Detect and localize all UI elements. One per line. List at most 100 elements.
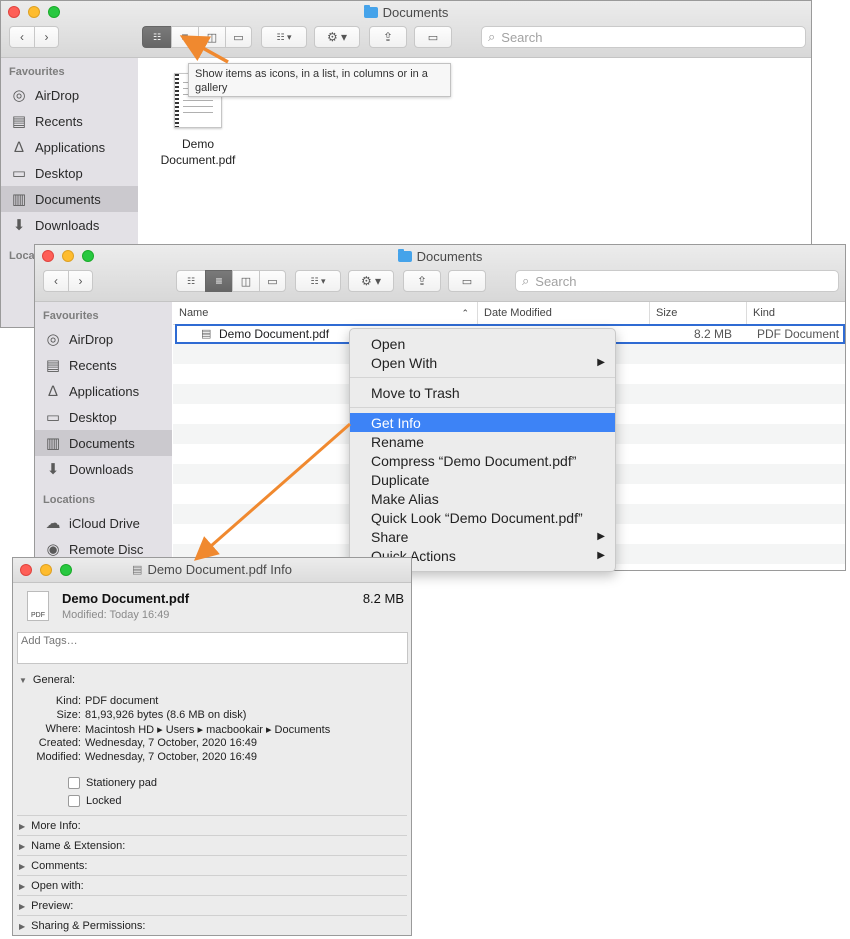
column-view-button[interactable]: ◫	[232, 270, 259, 292]
menu-separator	[350, 407, 615, 408]
list-icon: ≡	[181, 30, 189, 44]
sidebar-item-icloud-drive[interactable]: ☁ iCloud Drive	[35, 510, 172, 536]
tag-icon: ▭	[427, 31, 439, 44]
row-kind: PDF Document	[757, 327, 840, 341]
group-by-control: ☷ ▾	[261, 26, 307, 48]
tag-button[interactable]: ▭	[414, 26, 452, 48]
section-sharing-permissions[interactable]: ▶ Sharing & Permissions:	[19, 920, 145, 932]
modified-label: Modified:	[36, 751, 81, 763]
disclosure-closed-icon: ▶	[19, 861, 26, 871]
desktop-icon: ▭	[11, 165, 27, 182]
icon-view-button[interactable]: ☷	[142, 26, 171, 48]
sidebar-item-downloads[interactable]: ⬇ Downloads	[1, 212, 138, 238]
forward-button[interactable]: ›	[34, 26, 59, 48]
search-input[interactable]	[533, 272, 822, 290]
share-icon: ⇪	[382, 30, 394, 44]
sidebar-item-recents[interactable]: ▤ Recents	[35, 352, 172, 378]
section-open-with[interactable]: ▶ Open with:	[19, 880, 84, 892]
icon-view-button[interactable]: ☷	[176, 270, 205, 292]
menu-item-duplicate[interactable]: Duplicate	[350, 470, 615, 489]
back-button[interactable]: ‹	[43, 270, 68, 292]
action-button[interactable]: ⚙ ▾	[314, 26, 360, 48]
folder-icon	[397, 249, 412, 262]
section-general[interactable]: ▼ General:	[19, 674, 75, 686]
menu-item-make-alias[interactable]: Make Alias	[350, 489, 615, 508]
separator	[17, 835, 407, 836]
tag-icon: ▭	[461, 275, 473, 288]
chevron-left-icon: ‹	[54, 274, 58, 288]
gallery-view-button[interactable]: ▭	[259, 270, 286, 292]
size-value: 81,93,926 bytes (8.6 MB on disk)	[85, 709, 247, 721]
where-label: Where:	[45, 723, 81, 735]
share-button[interactable]: ⇪	[403, 270, 441, 292]
file-label[interactable]: Demo Document.pdf	[148, 136, 248, 168]
sort-chevron-icon: ⌃	[461, 307, 469, 318]
info-file-name: Demo Document.pdf	[62, 591, 190, 606]
disclosure-closed-icon: ▶	[19, 821, 26, 831]
menu-item-get-info[interactable]: Get Info	[350, 413, 615, 432]
tag-button[interactable]: ▭	[448, 270, 486, 292]
tag-control: ▭	[448, 270, 486, 292]
download-icon: ⬇	[46, 461, 60, 478]
menu-item-rename[interactable]: Rename	[350, 432, 615, 451]
sidebar-section-favourites: Favourites	[9, 66, 65, 78]
sidebar-item-desktop[interactable]: ▭ Desktop	[35, 404, 172, 430]
search-field[interactable]: ⌕	[515, 270, 839, 292]
applications-icon: ∆	[14, 138, 24, 156]
forward-button[interactable]: ›	[68, 270, 93, 292]
tags-input[interactable]	[17, 632, 408, 664]
column-header-name[interactable]: Name ⌃	[173, 302, 478, 324]
menu-item-compress[interactable]: Compress “Demo Document.pdf”	[350, 451, 615, 470]
sidebar-section-favourites: Favourites	[43, 310, 99, 322]
locked-checkbox[interactable]: Locked	[68, 795, 121, 807]
menu-item-open[interactable]: Open	[350, 334, 615, 353]
view-mode-group: ☷ ≡ ◫ ▭	[176, 270, 286, 292]
group-by-button[interactable]: ☷ ▾	[261, 26, 307, 48]
sidebar-item-airdrop[interactable]: ◎ AirDrop	[1, 82, 138, 108]
cloud-icon: ☁	[45, 515, 61, 532]
group-by-button[interactable]: ☷ ▾	[295, 270, 341, 292]
menu-item-open-with[interactable]: Open With ▶	[350, 353, 615, 372]
column-header-kind[interactable]: Kind	[747, 302, 845, 324]
row-name: Demo Document.pdf	[219, 327, 330, 341]
section-comments[interactable]: ▶ Comments:	[19, 860, 87, 872]
sidebar-item-desktop[interactable]: ▭ Desktop	[1, 160, 138, 186]
disclosure-open-icon: ▼	[19, 675, 27, 685]
gallery-view-button[interactable]: ▭	[225, 26, 252, 48]
info-modified: Modified: Today 16:49	[62, 609, 170, 621]
sidebar-section-locations: Locations	[43, 494, 95, 506]
column-header-size[interactable]: Size	[650, 302, 747, 324]
menu-item-move-to-trash[interactable]: Move to Trash	[350, 383, 615, 402]
search-icon: ⌕	[522, 273, 530, 288]
sidebar-item-applications[interactable]: ∆ Applications	[1, 134, 138, 160]
view-mode-group: ☷ ≡ ◫ ▭	[142, 26, 252, 48]
sidebar-item-downloads[interactable]: ⬇ Downloads	[35, 456, 172, 482]
folder-icon	[363, 5, 378, 18]
sidebar-item-documents[interactable]: ▥ Documents	[1, 186, 138, 212]
share-button[interactable]: ⇪	[369, 26, 407, 48]
recents-icon: ▤	[11, 113, 27, 130]
menu-item-quick-look[interactable]: Quick Look “Demo Document.pdf”	[350, 508, 615, 527]
column-view-button[interactable]: ◫	[198, 26, 225, 48]
sidebar-item-airdrop[interactable]: ◎ AirDrop	[35, 326, 172, 352]
section-name-extension[interactable]: ▶ Name & Extension:	[19, 840, 125, 852]
back-button[interactable]: ‹	[9, 26, 34, 48]
pdf-file-icon: ▤	[201, 328, 212, 340]
search-field[interactable]: ⌕	[481, 26, 806, 48]
action-button[interactable]: ⚙ ▾	[348, 270, 394, 292]
kind-label: Kind:	[55, 695, 81, 707]
search-input[interactable]	[499, 28, 789, 46]
section-preview[interactable]: ▶ Preview:	[19, 900, 73, 912]
disclosure-closed-icon: ▶	[19, 921, 26, 931]
list-view-button[interactable]: ≡	[171, 26, 198, 48]
sidebar-item-applications[interactable]: ∆ Applications	[35, 378, 172, 404]
checkbox-icon	[68, 795, 80, 807]
section-more-info[interactable]: ▶ More Info:	[19, 820, 81, 832]
separator	[17, 915, 407, 916]
sidebar-item-recents[interactable]: ▤ Recents	[1, 108, 138, 134]
column-header-date[interactable]: Date Modified	[478, 302, 650, 324]
menu-item-share[interactable]: Share ▶	[350, 527, 615, 546]
sidebar-item-documents[interactable]: ▥ Documents	[35, 430, 172, 456]
list-view-button[interactable]: ≡	[205, 270, 232, 292]
stationery-pad-checkbox[interactable]: Stationery pad	[68, 777, 157, 789]
